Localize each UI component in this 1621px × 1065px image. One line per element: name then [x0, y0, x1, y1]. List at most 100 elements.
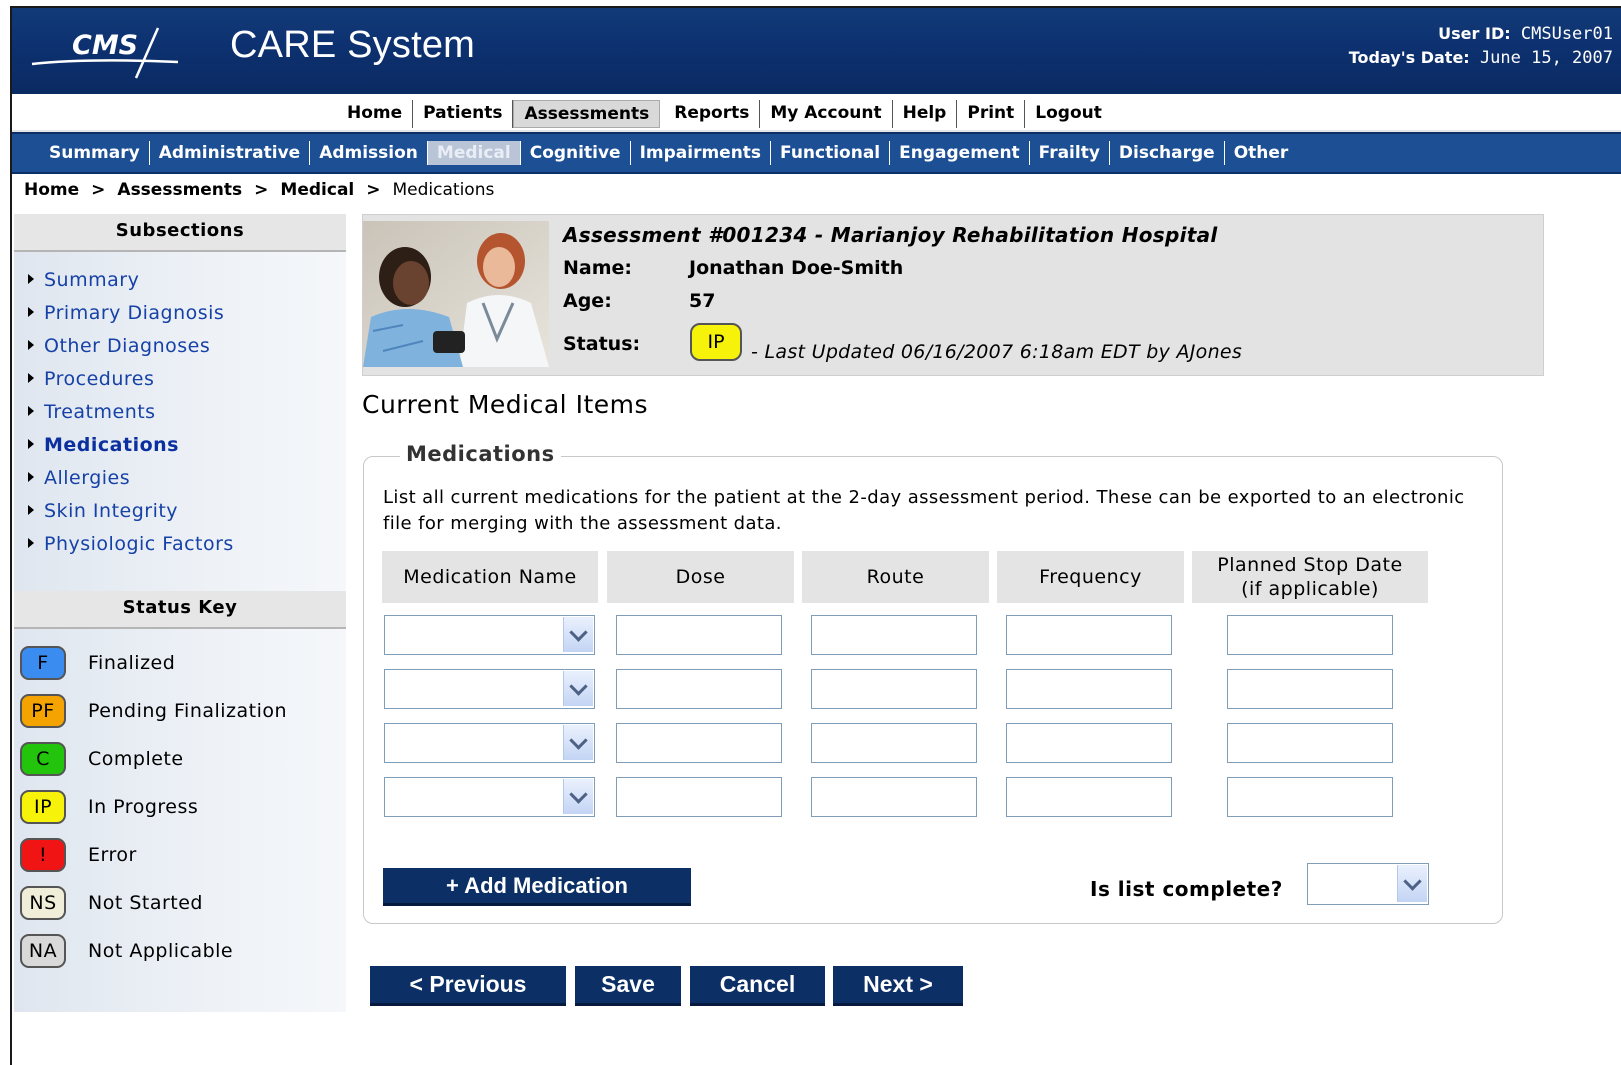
- chevron-down-icon[interactable]: [563, 725, 593, 760]
- sidebar-item-label: Procedures: [44, 368, 155, 390]
- breadcrumb: Home > Assessments > Medical > Medications: [24, 180, 494, 200]
- frequency-input[interactable]: [1006, 669, 1172, 709]
- sidebar-item-label: Allergies: [44, 467, 131, 489]
- nav-item-help[interactable]: Help: [893, 100, 958, 128]
- sidebar-item-primary-diagnosis[interactable]: Primary Diagnosis: [28, 297, 346, 330]
- status-key-label: Error: [88, 844, 137, 866]
- tab-admission[interactable]: Admission: [310, 141, 428, 165]
- stop-date-input[interactable]: [1227, 777, 1393, 817]
- sidebar-item-physiologic-factors[interactable]: Physiologic Factors: [28, 528, 346, 561]
- tab-summary[interactable]: Summary: [40, 141, 150, 165]
- dose-input[interactable]: [616, 615, 782, 655]
- chevron-shape: [569, 676, 588, 696]
- chevron-down-icon[interactable]: [1397, 865, 1427, 902]
- previous-button[interactable]: < Previous: [370, 966, 566, 1006]
- status-key-list: F Finalized PF Pending Finalization C Complet…: [14, 629, 346, 975]
- frequency-input[interactable]: [1006, 777, 1172, 817]
- status-badge-finalized: F: [20, 646, 66, 680]
- route-input[interactable]: [811, 777, 977, 817]
- patient-age-row: Age: 57: [563, 290, 715, 312]
- dose-input[interactable]: [616, 723, 782, 763]
- sidebar-item-label: Physiologic Factors: [44, 533, 234, 555]
- app-window: CMS CARE System User ID: CMSUser01 Today…: [10, 6, 1621, 1065]
- tab-engagement[interactable]: Engagement: [890, 141, 1030, 165]
- status-row: Status:: [563, 333, 689, 355]
- nav-item-reports[interactable]: Reports: [664, 100, 761, 128]
- sidebar-item-label: Summary: [44, 269, 140, 291]
- stop-date-input[interactable]: [1227, 723, 1393, 763]
- sidebar-item-treatments[interactable]: Treatments: [28, 396, 346, 429]
- col-head-route: Route: [802, 551, 989, 603]
- app-title: CARE System: [230, 24, 476, 66]
- add-medication-button[interactable]: + Add Medication: [383, 868, 691, 906]
- tab-other[interactable]: Other: [1225, 141, 1298, 165]
- subsections-heading: Subsections: [14, 214, 346, 252]
- medication-name-select[interactable]: [384, 723, 595, 763]
- tab-frailty[interactable]: Frailty: [1030, 141, 1110, 165]
- nav-item-home[interactable]: Home: [337, 100, 414, 128]
- list-complete-select[interactable]: [1307, 863, 1429, 905]
- tab-functional[interactable]: Functional: [771, 141, 891, 165]
- medication-name-select[interactable]: [384, 669, 595, 709]
- current-date: June 15, 2007: [1479, 48, 1613, 68]
- cms-logo: CMS: [31, 27, 179, 79]
- sidebar-item-allergies[interactable]: Allergies: [28, 462, 346, 495]
- route-input[interactable]: [811, 615, 977, 655]
- main-nav: Home Patients Assessments Reports My Account…: [12, 94, 1621, 132]
- breadcrumb-home[interactable]: Home: [24, 180, 79, 200]
- breadcrumb-assessments[interactable]: Assessments: [117, 180, 242, 200]
- status-badge-error: !: [20, 838, 66, 872]
- breadcrumb-medical[interactable]: Medical: [280, 180, 354, 200]
- nav-item-patients[interactable]: Patients: [413, 100, 514, 128]
- frequency-input[interactable]: [1006, 723, 1172, 763]
- chevron-down-icon[interactable]: [563, 617, 593, 652]
- save-button[interactable]: Save: [575, 966, 681, 1006]
- tab-administrative[interactable]: Administrative: [150, 141, 311, 165]
- nav-item-assessments[interactable]: Assessments: [513, 100, 661, 128]
- status-key-heading: Status Key: [14, 591, 346, 629]
- next-button[interactable]: Next >: [833, 966, 963, 1006]
- status-key-row: NA Not Applicable: [20, 927, 346, 975]
- caret-right-icon: [28, 505, 34, 515]
- sidebar-item-other-diagnoses[interactable]: Other Diagnoses: [28, 330, 346, 363]
- status-key-row: F Finalized: [20, 639, 346, 687]
- dose-input[interactable]: [616, 777, 782, 817]
- sidebar-item-skin-integrity[interactable]: Skin Integrity: [28, 495, 346, 528]
- medications-description: List all current medications for the pat…: [383, 487, 1465, 534]
- frequency-input[interactable]: [1006, 615, 1172, 655]
- nav-item-print[interactable]: Print: [957, 100, 1026, 128]
- sidebar-item-medications[interactable]: Medications: [28, 429, 346, 462]
- chevron-shape: [569, 784, 588, 804]
- chevron-down-icon[interactable]: [563, 779, 593, 814]
- status-key-row: C Complete: [20, 735, 346, 783]
- breadcrumb-separator: >: [91, 180, 106, 200]
- nav-item-my-account[interactable]: My Account: [760, 100, 893, 128]
- user-id: CMSUser01: [1520, 24, 1613, 44]
- route-input[interactable]: [811, 669, 977, 709]
- status-key-label: Finalized: [88, 652, 176, 674]
- medication-name-select[interactable]: [384, 777, 595, 817]
- nav-item-logout[interactable]: Logout: [1025, 100, 1112, 128]
- last-updated-text: - Last Updated 06/16/2007 6:18am EDT by …: [751, 341, 1243, 363]
- status-badge-complete: C: [20, 742, 66, 776]
- route-input[interactable]: [811, 723, 977, 763]
- status-key-label: Not Applicable: [88, 940, 234, 962]
- stop-date-input[interactable]: [1227, 615, 1393, 655]
- tab-discharge[interactable]: Discharge: [1110, 141, 1225, 165]
- sidebar-item-summary[interactable]: Summary: [28, 264, 346, 297]
- sidebar-item-label: Medications: [44, 434, 179, 456]
- sidebar-item-label: Primary Diagnosis: [44, 302, 225, 324]
- tab-cognitive[interactable]: Cognitive: [521, 141, 631, 165]
- breadcrumb-separator: >: [366, 180, 381, 200]
- medications-fieldset: Medications List all current medications…: [363, 442, 1503, 924]
- cancel-button[interactable]: Cancel: [690, 966, 825, 1006]
- tab-impairments[interactable]: Impairments: [631, 141, 772, 165]
- status-key-row: NS Not Started: [20, 879, 346, 927]
- sidebar-item-procedures[interactable]: Procedures: [28, 363, 346, 396]
- dose-input[interactable]: [616, 669, 782, 709]
- tab-medical[interactable]: Medical: [427, 141, 521, 165]
- stop-date-input[interactable]: [1227, 669, 1393, 709]
- medication-name-select[interactable]: [384, 615, 595, 655]
- patient-name-row: Name: Jonathan Doe-Smith: [563, 257, 903, 279]
- chevron-down-icon[interactable]: [563, 671, 593, 706]
